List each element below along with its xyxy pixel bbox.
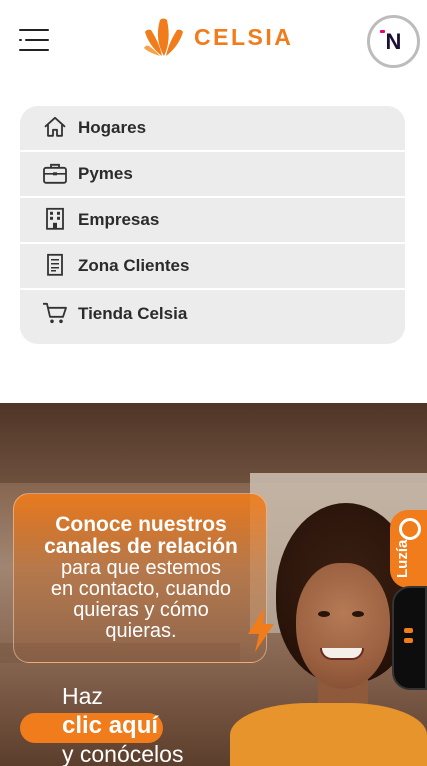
luzia-device-panel[interactable] [392, 586, 427, 690]
cart-icon [43, 302, 67, 324]
cta-line-1: Haz [62, 683, 103, 709]
menu-item-tienda-celsia[interactable]: Tienda Celsia [20, 290, 405, 338]
promo-banner[interactable]: Conoce nuestros canales de relación para… [0, 403, 427, 766]
info-card: Conoce nuestros canales de relación para… [13, 493, 267, 663]
menu-item-label: Tienda Celsia [78, 304, 188, 323]
luzia-tab[interactable]: Luzía [390, 510, 427, 588]
user-avatar[interactable]: N [367, 15, 420, 68]
avatar-letter: N [385, 28, 402, 54]
luzia-logo-icon [399, 518, 421, 540]
brand-name: CELSIA [194, 23, 294, 50]
celsia-sun-icon [144, 18, 183, 56]
menu-item-hogares[interactable]: Hogares [20, 106, 405, 152]
banner-background [0, 403, 427, 483]
luzia-chat-widget[interactable]: Luzía [390, 510, 427, 690]
card-title: Conoce nuestros canales de relación [44, 513, 238, 558]
menu-item-label: Empresas [78, 210, 160, 229]
card-subtitle: para que estemos en contacto, cuando qui… [50, 557, 232, 642]
woman-photo-face [296, 563, 390, 689]
hamburger-menu-icon[interactable] [19, 27, 51, 53]
document-icon [47, 253, 63, 276]
briefcase-icon [43, 163, 67, 184]
main-navigation-menu: Hogares Pymes Empresas Zona Clientes Tie… [20, 106, 405, 344]
building-icon [46, 207, 64, 230]
cta-line-3: y conócelos [62, 741, 184, 766]
woman-photo-shirt [230, 703, 427, 766]
cta-line-2: clic aquí [62, 712, 159, 739]
avatar-accent-dot [379, 29, 385, 33]
header: CELSIA N [0, 0, 427, 80]
menu-item-empresas[interactable]: Empresas [20, 198, 405, 244]
menu-item-label: Pymes [78, 164, 133, 183]
home-icon [44, 116, 66, 137]
luzia-eye-icon [404, 628, 413, 633]
luzia-label: Luzía [394, 539, 411, 578]
menu-item-zona-clientes[interactable]: Zona Clientes [20, 244, 405, 290]
celsia-logo[interactable]: CELSIA [142, 16, 293, 58]
lightning-bolt-icon [248, 608, 274, 652]
menu-item-label: Hogares [78, 118, 147, 137]
menu-item-label: Zona Clientes [78, 256, 190, 275]
menu-item-pymes[interactable]: Pymes [20, 152, 405, 198]
